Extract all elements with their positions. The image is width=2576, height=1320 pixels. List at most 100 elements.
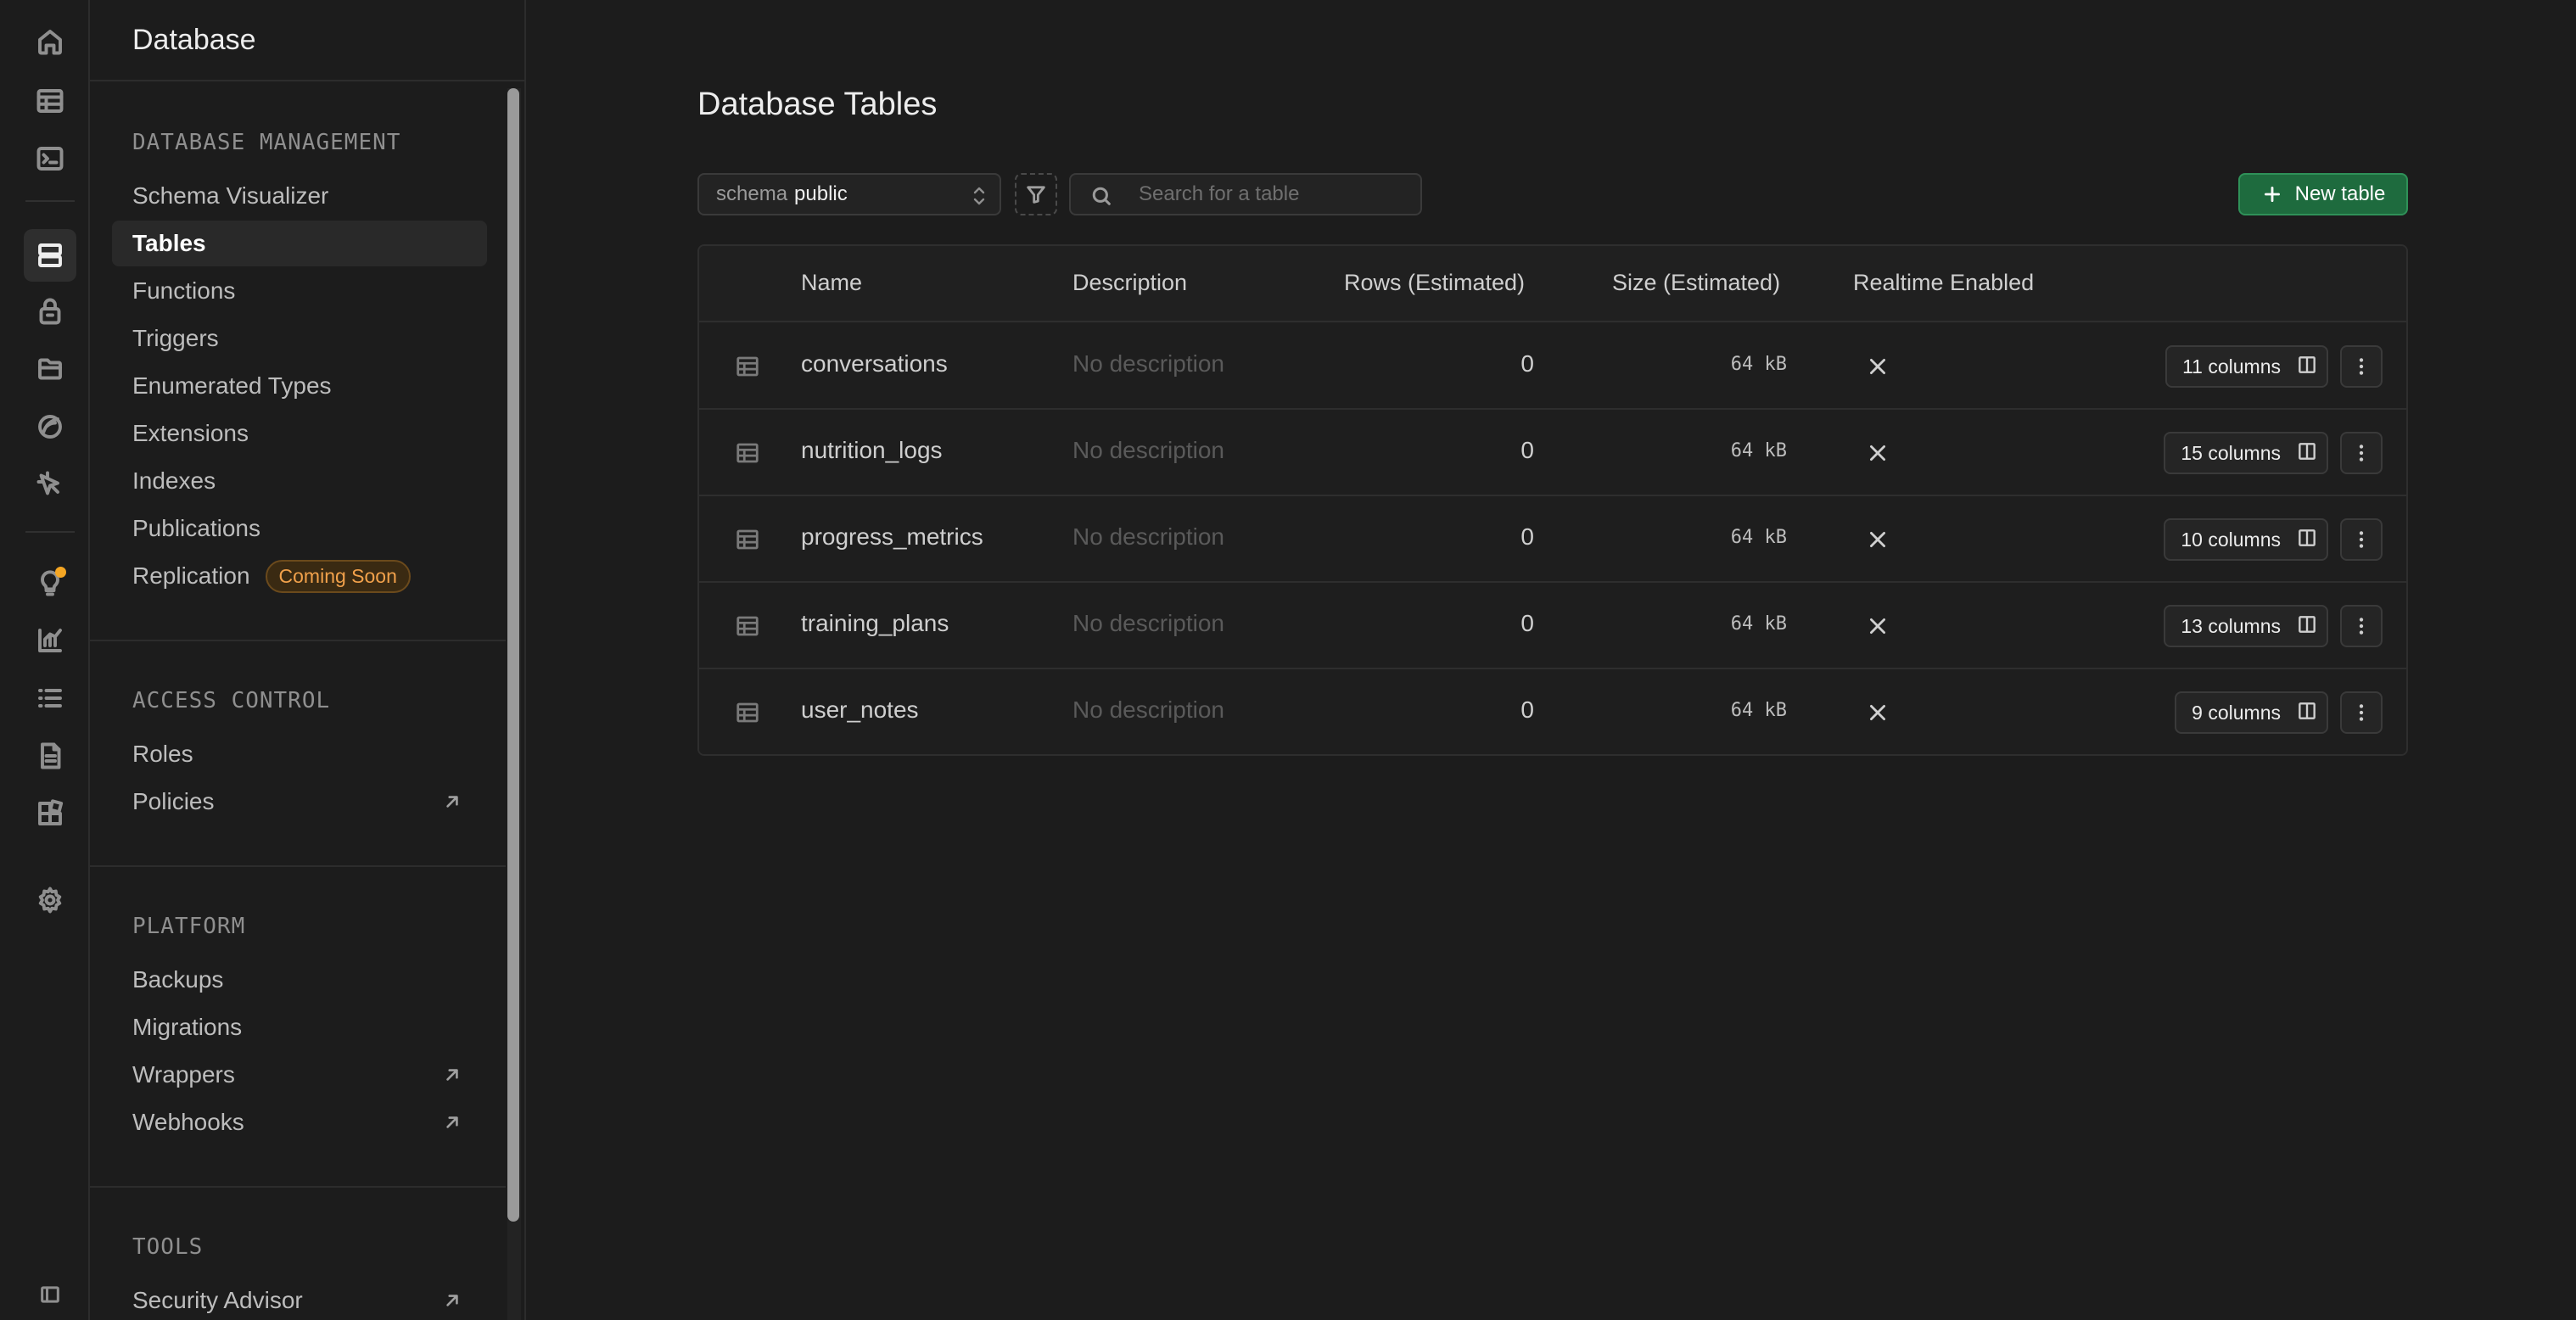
sidebar-divider [90,1186,506,1188]
more-options-button[interactable] [2340,691,2383,734]
auth-icon[interactable] [24,285,76,338]
schema-label: schema [716,182,788,205]
sidebar-item-label: Replication [132,562,250,589]
column-header-description: Description [1072,270,1188,295]
sidebar-item-publications[interactable]: Publications [112,506,487,551]
column-header-rows: Rows (Estimated) [1344,270,1526,295]
table-row[interactable]: user_notes No description 0 64 kB 9 colu… [699,669,2406,754]
table-name[interactable]: progress_metrics [801,523,983,551]
table-description: No description [1072,523,1224,550]
view-columns-button[interactable]: 13 columns [2164,605,2328,647]
view-columns-button[interactable]: 15 columns [2164,432,2328,474]
more-options-button[interactable] [2340,605,2383,647]
more-vertical-icon [2359,358,2364,375]
new-table-label: New table [2294,182,2386,205]
table-editor-icon[interactable] [24,75,76,127]
search-input[interactable] [1139,182,1410,206]
more-options-button[interactable] [2340,518,2383,561]
rail-divider [25,200,75,202]
sidebar-item-roles[interactable]: Roles [112,731,487,777]
section-title-platform: PLATFORM [132,914,246,939]
database-sidebar: Database DATABASE MANAGEMENT Schema Visu… [90,0,526,1320]
rail-divider [25,531,75,533]
table-size: 64 kB [1730,613,1787,635]
table-icon [735,354,760,379]
more-options-button[interactable] [2340,345,2383,388]
filter-button[interactable] [1015,173,1057,215]
sidebar-item-tables[interactable]: Tables [112,221,487,266]
section-title-access-control: ACCESS CONTROL [132,688,331,713]
sidebar-header: Database [90,0,524,81]
column-header-name: Name [801,270,863,295]
sidebar-item-functions[interactable]: Functions [112,268,487,314]
page-title: Database Tables [697,87,938,122]
search-icon [1089,184,1113,208]
sidebar-item-security-advisor[interactable]: Security Advisor [112,1278,487,1320]
external-link-icon [441,1064,463,1086]
reports-icon[interactable] [24,614,76,667]
table-row[interactable]: conversations No description 0 64 kB 11 … [699,323,2406,410]
columns-count: 13 columns [2181,614,2281,637]
advisors-icon[interactable] [24,557,76,609]
sidebar-item-label: Wrappers [132,1061,235,1088]
table-icon [735,613,760,639]
table-description: No description [1072,696,1224,723]
realtime-disabled-icon [1867,442,1889,464]
sidebar-item-extensions[interactable]: Extensions [112,411,487,456]
table-row[interactable]: training_plans No description 0 64 kB 13… [699,583,2406,669]
table-name[interactable]: nutrition_logs [801,437,943,464]
realtime-icon[interactable] [24,400,76,453]
storage-icon[interactable] [24,343,76,395]
integrations-icon[interactable] [24,787,76,840]
sidebar-item-label: Policies [132,788,215,814]
schema-selector[interactable]: schema public [697,173,1001,215]
database-icon[interactable] [24,229,76,282]
view-columns-button[interactable]: 11 columns [2165,345,2328,388]
table-name[interactable]: conversations [801,350,948,378]
more-vertical-icon [2359,445,2364,461]
settings-icon[interactable] [24,874,76,926]
table-search[interactable] [1069,173,1422,215]
sidebar-item-migrations[interactable]: Migrations [112,1004,487,1050]
table-row[interactable]: nutrition_logs No description 0 64 kB 15… [699,410,2406,496]
table-size: 64 kB [1730,354,1787,375]
sidebar-item-wrappers[interactable]: Wrappers [112,1052,487,1098]
columns-icon [2296,440,2318,467]
sidebar-item-policies[interactable]: Policies [112,779,487,825]
coming-soon-badge: Coming Soon [265,559,411,593]
sidebar-scrollbar-thumb[interactable] [507,88,519,1222]
api-docs-icon[interactable] [24,730,76,782]
more-options-button[interactable] [2340,432,2383,474]
schema-value: public [794,182,848,205]
table-row[interactable]: progress_metrics No description 0 64 kB … [699,496,2406,583]
sidebar-item-indexes[interactable]: Indexes [112,458,487,504]
realtime-disabled-icon [1867,615,1889,637]
sidebar-item-triggers[interactable]: Triggers [112,316,487,361]
table-rows: 0 [1520,350,1534,377]
column-header-size: Size (Estimated) [1612,270,1781,295]
sidebar-item-enumerated-types[interactable]: Enumerated Types [112,363,487,409]
sidebar-item-label: Security Advisor [132,1287,303,1313]
sidebar-item-webhooks[interactable]: Webhooks [112,1099,487,1145]
new-table-button[interactable]: New table [2238,173,2408,215]
chevron-up-down-icon [969,184,989,208]
view-columns-button[interactable]: 10 columns [2164,518,2328,561]
table-header: Name Description Rows (Estimated) Size (… [699,246,2406,322]
table-rows: 0 [1520,437,1534,463]
sidebar-item-schema-visualizer[interactable]: Schema Visualizer [112,173,487,219]
view-columns-button[interactable]: 9 columns [2175,691,2328,734]
filter-icon [1027,186,1045,204]
collapse-sidebar-icon[interactable] [24,1276,76,1313]
table-name[interactable]: user_notes [801,696,919,724]
logs-icon[interactable] [24,672,76,724]
home-icon[interactable] [24,15,76,68]
table-name[interactable]: training_plans [801,610,949,637]
sidebar-item-backups[interactable]: Backups [112,957,487,1003]
table-rows: 0 [1520,696,1534,723]
more-vertical-icon [2359,704,2364,721]
table-rows: 0 [1520,523,1534,550]
realtime-disabled-icon [1867,355,1889,378]
edge-functions-icon[interactable] [24,458,76,511]
sidebar-item-replication[interactable]: Replication Coming Soon [112,553,487,599]
sql-editor-icon[interactable] [24,132,76,185]
